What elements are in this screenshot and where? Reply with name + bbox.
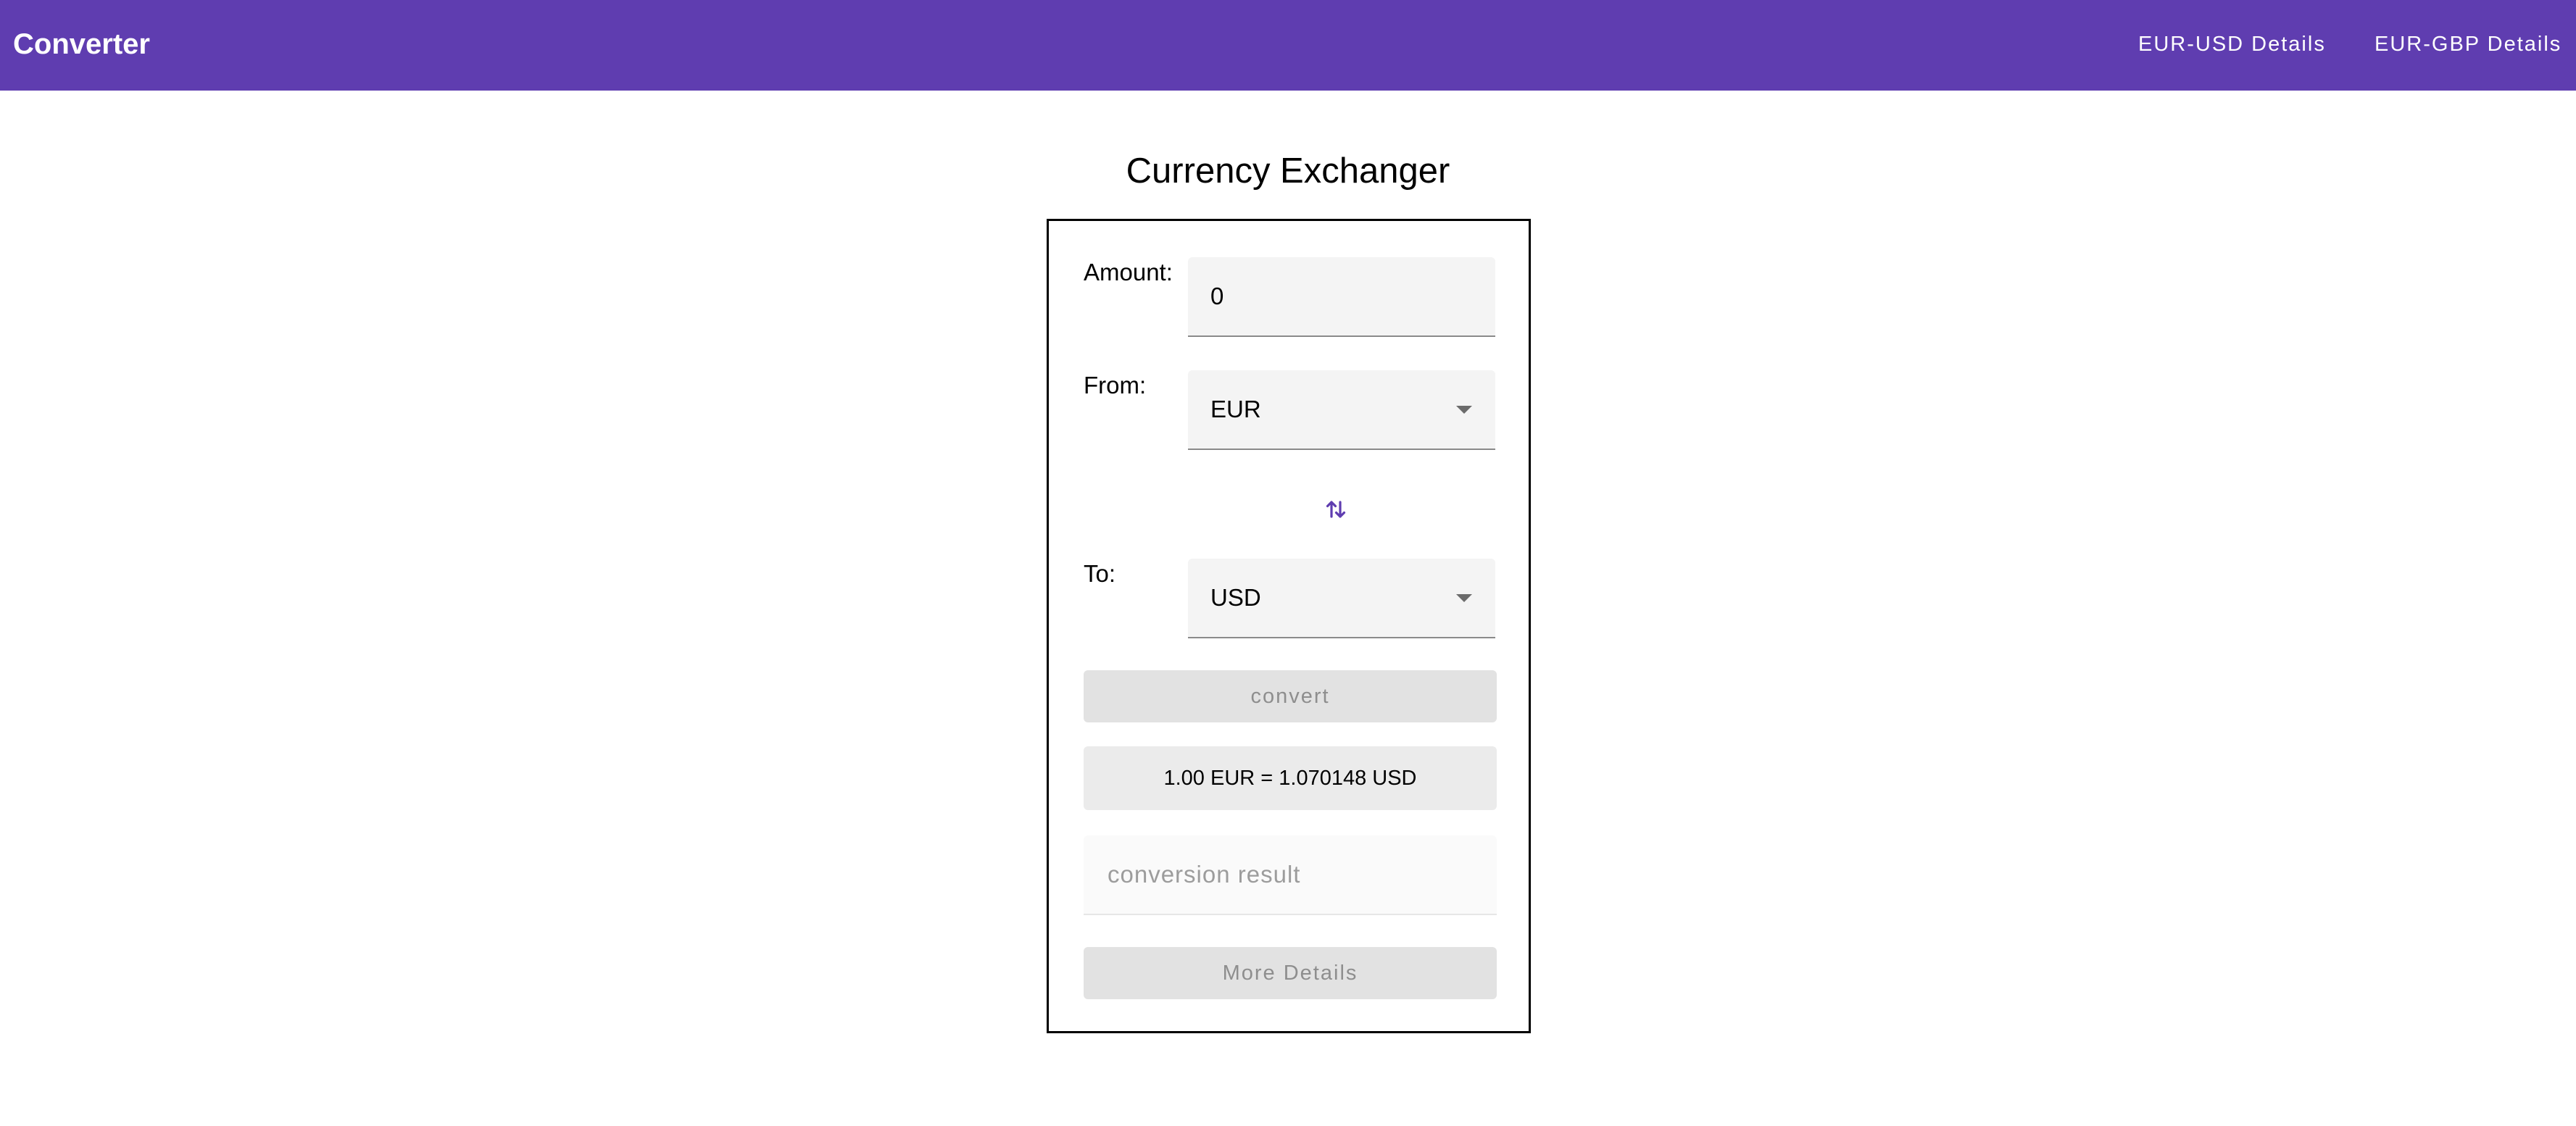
from-currency-value: EUR xyxy=(1210,396,1261,422)
chevron-down-icon xyxy=(1456,406,1472,414)
amount-value: 0 xyxy=(1210,283,1224,309)
to-currency-select[interactable]: USD xyxy=(1188,559,1495,638)
conversion-result-field[interactable]: conversion result xyxy=(1084,835,1497,915)
nav-link-eur-gbp-details[interactable]: EUR-GBP Details xyxy=(2375,28,2562,61)
app-toolbar: Converter EUR-USD Details EUR-GBP Detail… xyxy=(0,0,2576,91)
swap-currencies-button[interactable] xyxy=(1321,495,1350,524)
from-label: From: xyxy=(1084,372,1147,399)
exchange-rate-display: 1.00 EUR = 1.070148 USD xyxy=(1084,746,1497,810)
swap-vertical-icon xyxy=(1326,501,1346,518)
to-currency-value: USD xyxy=(1210,584,1261,611)
more-details-button[interactable]: More Details xyxy=(1084,947,1497,999)
page-heading: Currency Exchanger xyxy=(1126,151,1450,191)
convert-button[interactable]: convert xyxy=(1084,670,1497,722)
amount-label: Amount: xyxy=(1084,259,1173,285)
conversion-result-placeholder: conversion result xyxy=(1108,861,1301,888)
from-currency-select[interactable]: EUR xyxy=(1188,370,1495,450)
app-title: Converter xyxy=(13,28,150,60)
converter-card: Amount: 0 From: EUR To: USD convert 1.00… xyxy=(1047,219,1531,1033)
to-label: To: xyxy=(1084,560,1116,587)
chevron-down-icon xyxy=(1456,594,1472,602)
amount-input[interactable]: 0 xyxy=(1188,257,1495,337)
nav-link-eur-usd-details[interactable]: EUR-USD Details xyxy=(2138,28,2326,61)
